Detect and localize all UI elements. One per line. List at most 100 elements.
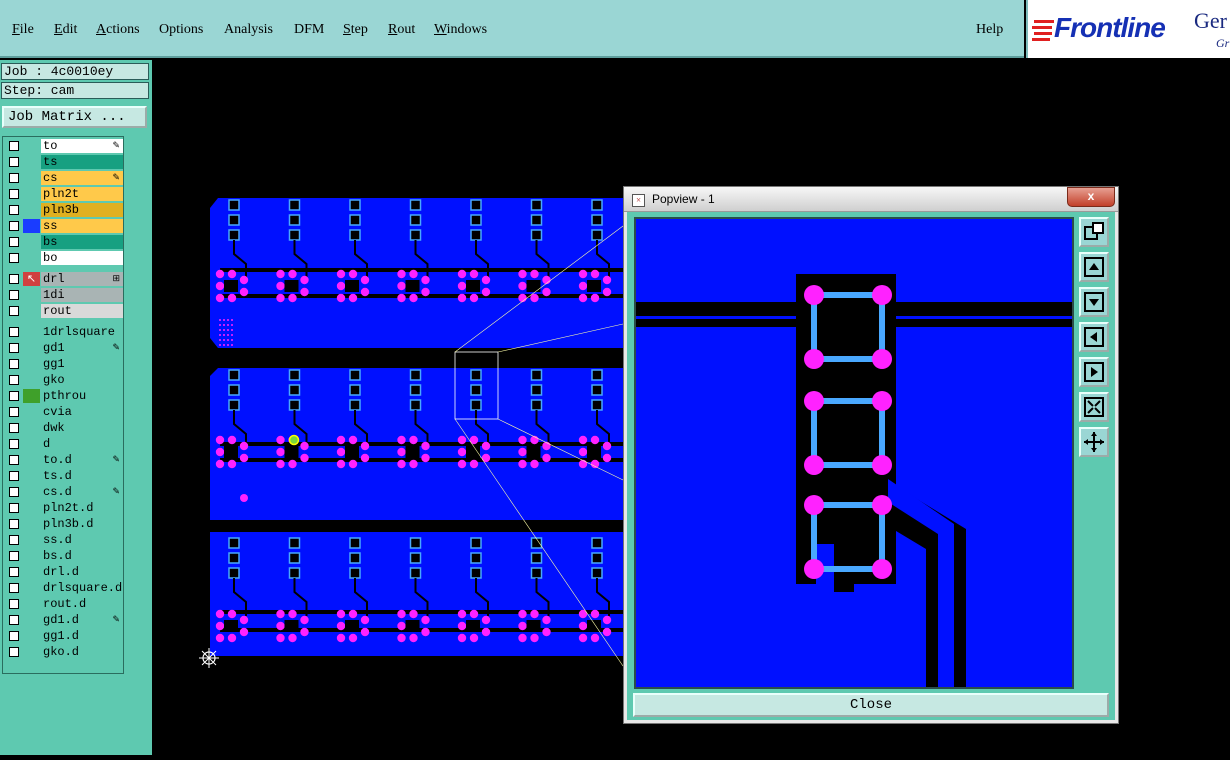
layer-name[interactable]: drl ⊞ bbox=[41, 272, 123, 286]
layer-name[interactable]: cs ✎ bbox=[41, 171, 123, 185]
layer-name[interactable]: to.d ✎ bbox=[41, 453, 123, 467]
menu-edit[interactable]: Edit bbox=[54, 22, 77, 38]
menu-actions[interactable]: Actions bbox=[96, 22, 140, 38]
layer-name[interactable]: drl.d bbox=[41, 565, 123, 579]
layer-row[interactable]: dwk bbox=[6, 421, 123, 435]
window-close-button[interactable]: x bbox=[1067, 187, 1115, 207]
job-matrix-button[interactable]: Job Matrix ... bbox=[2, 106, 147, 128]
menu-options[interactable]: Options bbox=[159, 22, 203, 38]
layer-name[interactable]: pln3b.d bbox=[41, 517, 123, 531]
zoom-view[interactable] bbox=[634, 217, 1074, 689]
layer-checkbox[interactable] bbox=[9, 487, 19, 497]
layer-color-swatch[interactable] bbox=[23, 373, 40, 387]
layer-row[interactable]: pln3b bbox=[6, 203, 123, 217]
layer-color-swatch[interactable] bbox=[23, 469, 40, 483]
layer-color-swatch[interactable] bbox=[23, 219, 40, 233]
layer-color-swatch[interactable] bbox=[23, 288, 40, 302]
layer-name[interactable]: gd1 ✎ bbox=[41, 341, 123, 355]
layer-checkbox[interactable] bbox=[9, 567, 19, 577]
layer-checkbox[interactable] bbox=[9, 631, 19, 641]
layer-color-swatch[interactable] bbox=[23, 357, 40, 371]
layer-color-swatch[interactable] bbox=[23, 235, 40, 249]
layer-checkbox[interactable] bbox=[9, 253, 19, 263]
layer-color-swatch[interactable] bbox=[23, 597, 40, 611]
layer-color-swatch[interactable] bbox=[23, 304, 40, 318]
layer-color-swatch[interactable] bbox=[23, 187, 40, 201]
layer-row[interactable]: drl.d bbox=[6, 565, 123, 579]
layer-checkbox[interactable] bbox=[9, 290, 19, 300]
layer-row[interactable]: 1di bbox=[6, 288, 123, 302]
layer-color-swatch[interactable] bbox=[23, 251, 40, 265]
layer-color-swatch[interactable] bbox=[23, 389, 40, 403]
layer-color-swatch[interactable] bbox=[23, 155, 40, 169]
layer-row[interactable]: pthrou bbox=[6, 389, 123, 403]
layer-row[interactable]: bo bbox=[6, 251, 123, 265]
menu-analysis[interactable]: Analysis bbox=[224, 22, 273, 38]
layer-row[interactable]: d bbox=[6, 437, 123, 451]
layer-row[interactable]: pln2t.d bbox=[6, 501, 123, 515]
layer-color-swatch[interactable] bbox=[23, 437, 40, 451]
layer-name[interactable]: gd1.d ✎ bbox=[41, 613, 123, 627]
layer-name[interactable]: bo bbox=[41, 251, 123, 265]
layer-row[interactable]: ss.d bbox=[6, 533, 123, 547]
layer-color-swatch[interactable] bbox=[23, 341, 40, 355]
layer-checkbox[interactable] bbox=[9, 343, 19, 353]
layer-name[interactable]: pln2t.d bbox=[41, 501, 123, 515]
layer-color-swatch[interactable] bbox=[23, 171, 40, 185]
layer-row[interactable]: pln2t bbox=[6, 187, 123, 201]
layer-name[interactable]: d bbox=[41, 437, 123, 451]
layer-checkbox[interactable] bbox=[9, 141, 19, 151]
layer-checkbox[interactable] bbox=[9, 615, 19, 625]
menu-rout[interactable]: Rout bbox=[388, 22, 415, 38]
layer-color-swatch[interactable]: ↖ bbox=[23, 272, 40, 286]
layer-checkbox[interactable] bbox=[9, 583, 19, 593]
layer-name[interactable]: cvia bbox=[41, 405, 123, 419]
layer-name[interactable]: 1drlsquare bbox=[41, 325, 123, 339]
pan-down-button[interactable] bbox=[1079, 287, 1109, 317]
layer-name[interactable]: cs.d ✎ bbox=[41, 485, 123, 499]
layer-row[interactable]: ↖ drl ⊞ bbox=[6, 272, 123, 286]
layer-row[interactable]: gg1.d bbox=[6, 629, 123, 643]
layer-name[interactable]: ts bbox=[41, 155, 123, 169]
layer-checkbox[interactable] bbox=[9, 306, 19, 316]
layer-checkbox[interactable] bbox=[9, 391, 19, 401]
layer-row[interactable]: cvia bbox=[6, 405, 123, 419]
menu-windows[interactable]: Windows bbox=[434, 22, 487, 38]
pan-left-button[interactable] bbox=[1079, 322, 1109, 352]
menu-dfm[interactable]: DFM bbox=[294, 22, 324, 38]
layer-row[interactable]: gg1 bbox=[6, 357, 123, 371]
layer-color-swatch[interactable] bbox=[23, 501, 40, 515]
layer-checkbox[interactable] bbox=[9, 205, 19, 215]
layer-name[interactable]: gg1 bbox=[41, 357, 123, 371]
layer-name[interactable]: drlsquare.d bbox=[41, 581, 123, 595]
layer-color-swatch[interactable] bbox=[23, 533, 40, 547]
layer-checkbox[interactable] bbox=[9, 647, 19, 657]
layer-name[interactable]: gko bbox=[41, 373, 123, 387]
zoom-in-tool-button[interactable] bbox=[1079, 217, 1109, 247]
layer-color-swatch[interactable] bbox=[23, 517, 40, 531]
layer-checkbox[interactable] bbox=[9, 173, 19, 183]
layer-name[interactable]: pln3b bbox=[41, 203, 123, 217]
layer-checkbox[interactable] bbox=[9, 157, 19, 167]
layer-name[interactable]: 1di bbox=[41, 288, 123, 302]
layer-color-swatch[interactable] bbox=[23, 421, 40, 435]
layer-name[interactable]: ss bbox=[41, 219, 123, 233]
layer-row[interactable]: to.d ✎ bbox=[6, 453, 123, 467]
layer-color-swatch[interactable] bbox=[23, 565, 40, 579]
layer-name[interactable]: pthrou bbox=[41, 389, 123, 403]
layer-color-swatch[interactable] bbox=[23, 629, 40, 643]
layer-row[interactable]: to ✎ bbox=[6, 139, 123, 153]
layer-row[interactable]: ss bbox=[6, 219, 123, 233]
layer-color-swatch[interactable] bbox=[23, 139, 40, 153]
pan-up-button[interactable] bbox=[1079, 252, 1109, 282]
layer-name[interactable]: rout.d bbox=[41, 597, 123, 611]
layer-name[interactable]: pln2t bbox=[41, 187, 123, 201]
menu-step[interactable]: Step bbox=[343, 22, 368, 38]
layer-name[interactable]: bs.d bbox=[41, 549, 123, 563]
layer-checkbox[interactable] bbox=[9, 359, 19, 369]
layer-row[interactable]: drlsquare.d bbox=[6, 581, 123, 595]
layer-name[interactable]: dwk bbox=[41, 421, 123, 435]
layer-checkbox[interactable] bbox=[9, 519, 19, 529]
layer-name[interactable]: rout bbox=[41, 304, 123, 318]
layer-name[interactable]: to ✎ bbox=[41, 139, 123, 153]
